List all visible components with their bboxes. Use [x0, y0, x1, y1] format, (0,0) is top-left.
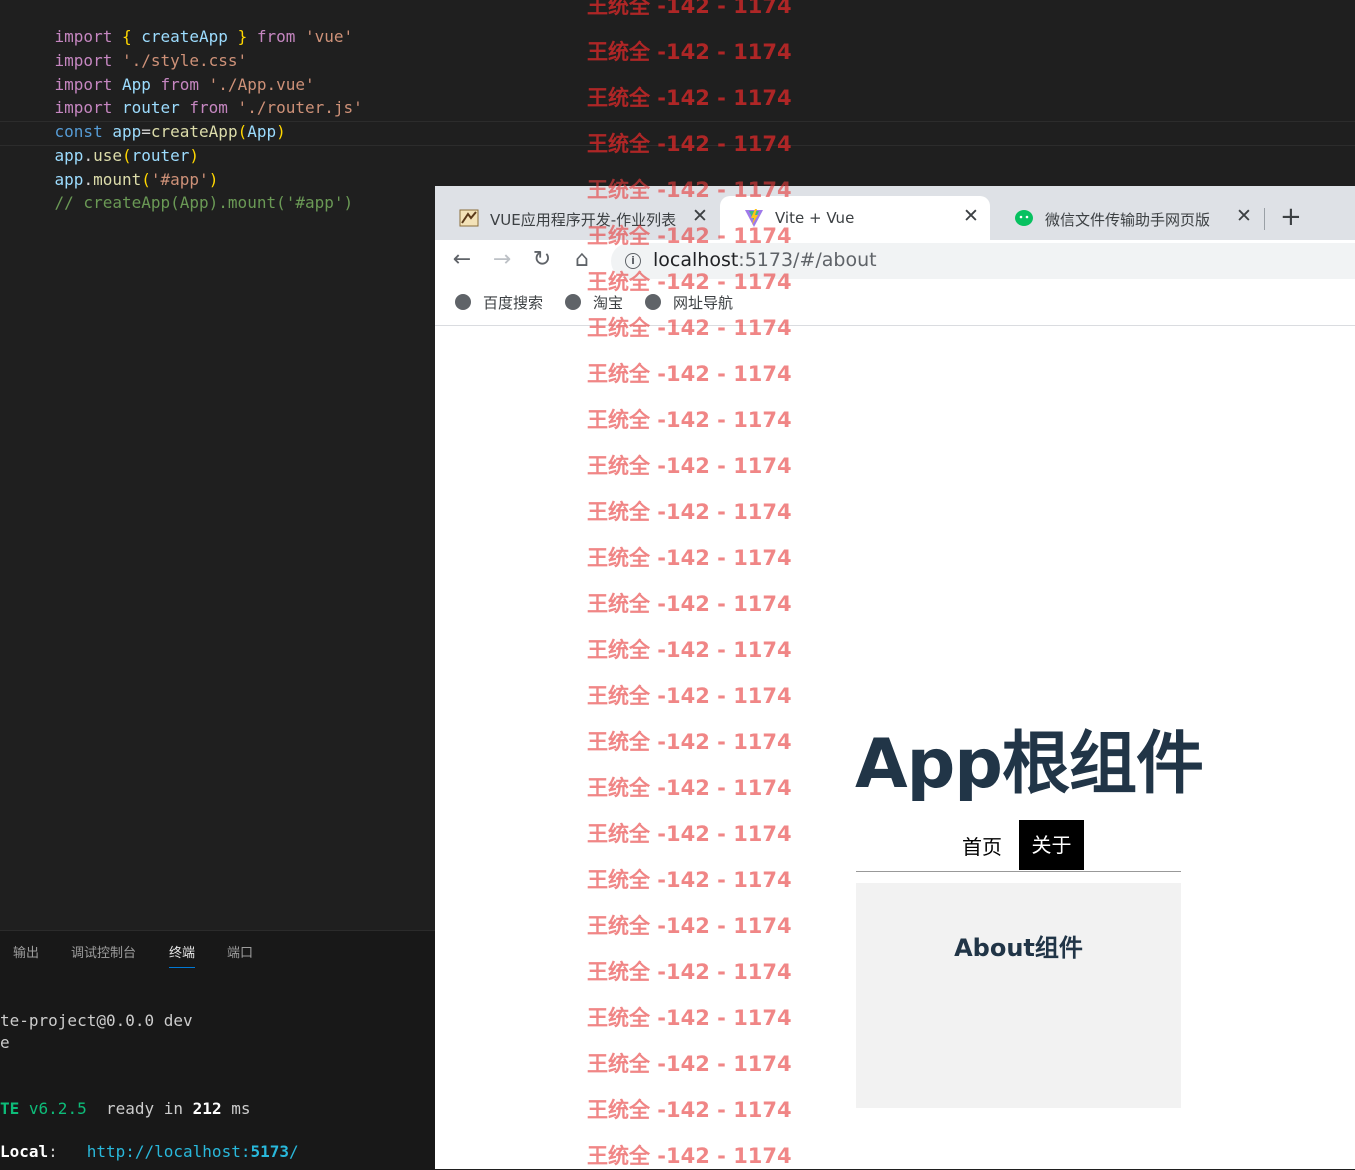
code-line-3[interactable]: import App from './App.vue'	[16, 49, 315, 94]
tab-close-icon[interactable]: ✕	[1236, 205, 1252, 227]
code-line-1[interactable]: import { createApp } from 'vue'	[16, 1, 354, 46]
local-label: Local	[0, 1142, 49, 1161]
browser-tab-homework[interactable]: VUE应用程序开发-作业列表 ✕	[435, 196, 720, 240]
reload-icon[interactable]: ↻	[528, 246, 556, 274]
code-line-6[interactable]: app.use(router)	[16, 120, 200, 165]
code-token: )	[276, 122, 286, 141]
bookmark-taobao[interactable]: 淘宝	[565, 292, 623, 313]
local-port[interactable]: 5173	[250, 1142, 289, 1161]
code-line-5[interactable]: const app=createApp(App)	[16, 96, 286, 141]
bookmark-label: 淘宝	[593, 294, 624, 312]
url-path: :5173/#/about	[738, 249, 877, 271]
back-arrow-icon[interactable]: ←	[448, 246, 476, 274]
component-title: About组件	[954, 934, 1083, 962]
local-url-tail[interactable]: /	[289, 1142, 299, 1161]
address-bar[interactable]: i localhost:5173/#/about	[611, 243, 1355, 279]
bookmark-url-nav[interactable]: 网址导航	[645, 292, 733, 313]
forward-arrow-icon[interactable]: →	[488, 246, 516, 274]
bottom-panel: 输出 调试控制台 终端 端口 te-project@0.0.0 dev e TE…	[0, 930, 435, 1170]
globe-icon	[645, 294, 661, 310]
browser-toolbar: ← → ↻ ⌂ i localhost:5173/#/about	[435, 240, 1355, 282]
page-content: App根组件 首页 关于 About组件	[435, 326, 1355, 1169]
homework-favicon-icon	[459, 209, 479, 227]
tab-title: 微信文件传输助手网页版	[1045, 211, 1211, 229]
bookmark-label: 网址导航	[673, 294, 734, 312]
code-token: App	[247, 122, 277, 141]
nav-divider	[856, 871, 1181, 872]
router-nav: 首页 关于	[856, 820, 1181, 870]
globe-icon	[455, 294, 471, 310]
home-icon[interactable]: ⌂	[568, 246, 596, 274]
bookmarks-bar: 百度搜索 淘宝 网址导航	[435, 282, 1355, 326]
ready-text: ready in	[105, 1099, 184, 1118]
globe-icon	[565, 294, 581, 310]
vite-version: v6.2.5	[28, 1099, 87, 1118]
browser-tab-wechat[interactable]: 微信文件传输助手网页版 ✕	[990, 196, 1260, 240]
site-info-icon[interactable]: i	[625, 253, 641, 269]
ready-unit: ms	[231, 1099, 251, 1118]
ready-ms: 212	[192, 1099, 222, 1118]
vite-name: TE	[0, 1099, 20, 1118]
browser-tab-vite-vue[interactable]: Vite + Vue ✕	[720, 196, 990, 240]
terminal-line: te-project@0.0.0 dev	[0, 1011, 193, 1030]
terminal-vite-ready: TE v6.2.5 ready in 212 ms	[0, 1098, 250, 1120]
bookmark-label: 百度搜索	[483, 294, 544, 312]
new-tab-button[interactable]: +	[1280, 202, 1302, 232]
code-line-7[interactable]: app.mount('#app')	[16, 144, 219, 189]
code-line-2[interactable]: import './style.css'	[16, 25, 248, 70]
tab-close-icon[interactable]: ✕	[692, 205, 708, 227]
tab-separator	[1264, 208, 1265, 230]
tab-close-icon[interactable]: ✕	[963, 205, 979, 227]
code-token: from	[256, 27, 296, 46]
code-token: 'vue'	[295, 27, 354, 46]
panel-tab-ports[interactable]: 端口	[227, 945, 253, 967]
tab-strip: VUE应用程序开发-作业列表 ✕ Vite + Vue ✕ 微信文件传输助手网页…	[435, 186, 1355, 240]
url-text[interactable]: localhost:5173/#/about	[653, 249, 877, 271]
panel-tab-debug-console[interactable]: 调试控制台	[71, 945, 136, 967]
browser-window: VUE应用程序开发-作业列表 ✕ Vite + Vue ✕ 微信文件传输助手网页…	[435, 186, 1355, 1169]
bookmark-baidu[interactable]: 百度搜索	[455, 292, 543, 313]
terminal-local-url[interactable]: Local: http://localhost:5173/	[0, 1141, 299, 1163]
terminal-line: e	[0, 1033, 10, 1052]
code-line-8[interactable]: // createApp(App).mount('#app')	[16, 167, 354, 212]
local-url-base[interactable]: http://localhost:	[87, 1142, 251, 1161]
page-title: App根组件	[855, 725, 1204, 804]
code-line-4[interactable]: import router from './router.js'	[16, 72, 363, 117]
wechat-icon	[1015, 210, 1033, 226]
nav-link-home[interactable]: 首页	[962, 831, 1002, 860]
vite-logo-icon	[745, 209, 763, 227]
panel-tab-terminal[interactable]: 终端	[169, 945, 196, 968]
nav-link-about[interactable]: 关于	[1019, 820, 1084, 870]
code-token: (	[237, 122, 248, 141]
panel-tab-output[interactable]: 输出	[13, 945, 39, 967]
url-host: localhost	[653, 249, 739, 271]
router-view-box: About组件	[856, 883, 1181, 1108]
tab-title: VUE应用程序开发-作业列表	[490, 211, 677, 229]
code-comment: // createApp(App).mount('#app')	[54, 193, 354, 212]
tab-title: Vite + Vue	[775, 209, 855, 227]
